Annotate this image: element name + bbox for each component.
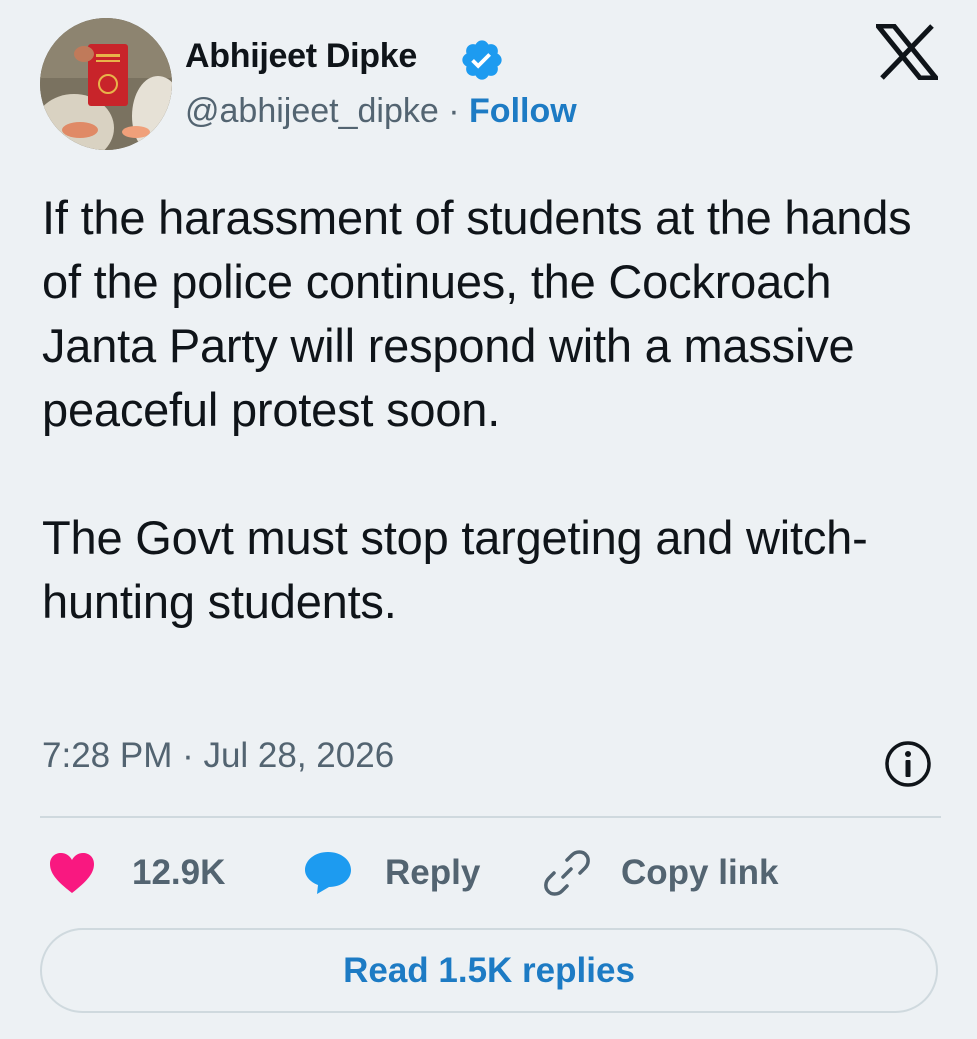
tweet-text: If the harassment of students at the han… [42, 191, 912, 628]
speech-bubble-icon [305, 852, 351, 894]
copy-link-button[interactable]: Copy link [543, 848, 779, 898]
avatar[interactable] [40, 18, 172, 150]
x-logo-icon[interactable] [876, 24, 938, 80]
author-display-name[interactable]: Abhijeet Dipke [185, 37, 417, 76]
handle-separator: · [438, 92, 470, 130]
like-count: 12.9K [132, 853, 226, 892]
copy-link-label: Copy link [621, 853, 779, 892]
reply-label: Reply [385, 853, 481, 892]
author-handle-row: @abhijeet_dipke · Follow [185, 92, 577, 131]
reply-button[interactable]: Reply [303, 848, 480, 898]
tweet-timestamp[interactable]: 7:28 PM · Jul 28, 2026 [42, 736, 394, 776]
like-button[interactable]: 12.9K [48, 848, 225, 898]
tweet-card: Abhijeet Dipke @abhijeet_dipke · Follow … [0, 0, 977, 1039]
link-icon [544, 850, 590, 896]
verified-badge-icon [462, 40, 502, 80]
read-replies-label: Read 1.5K replies [343, 950, 635, 990]
follow-button[interactable]: Follow [469, 92, 577, 130]
read-replies-button[interactable]: Read 1.5K replies [40, 928, 938, 1013]
heart-icon [50, 853, 94, 893]
info-icon[interactable] [883, 739, 933, 789]
author-handle[interactable]: @abhijeet_dipke [185, 92, 439, 130]
divider [40, 816, 941, 818]
